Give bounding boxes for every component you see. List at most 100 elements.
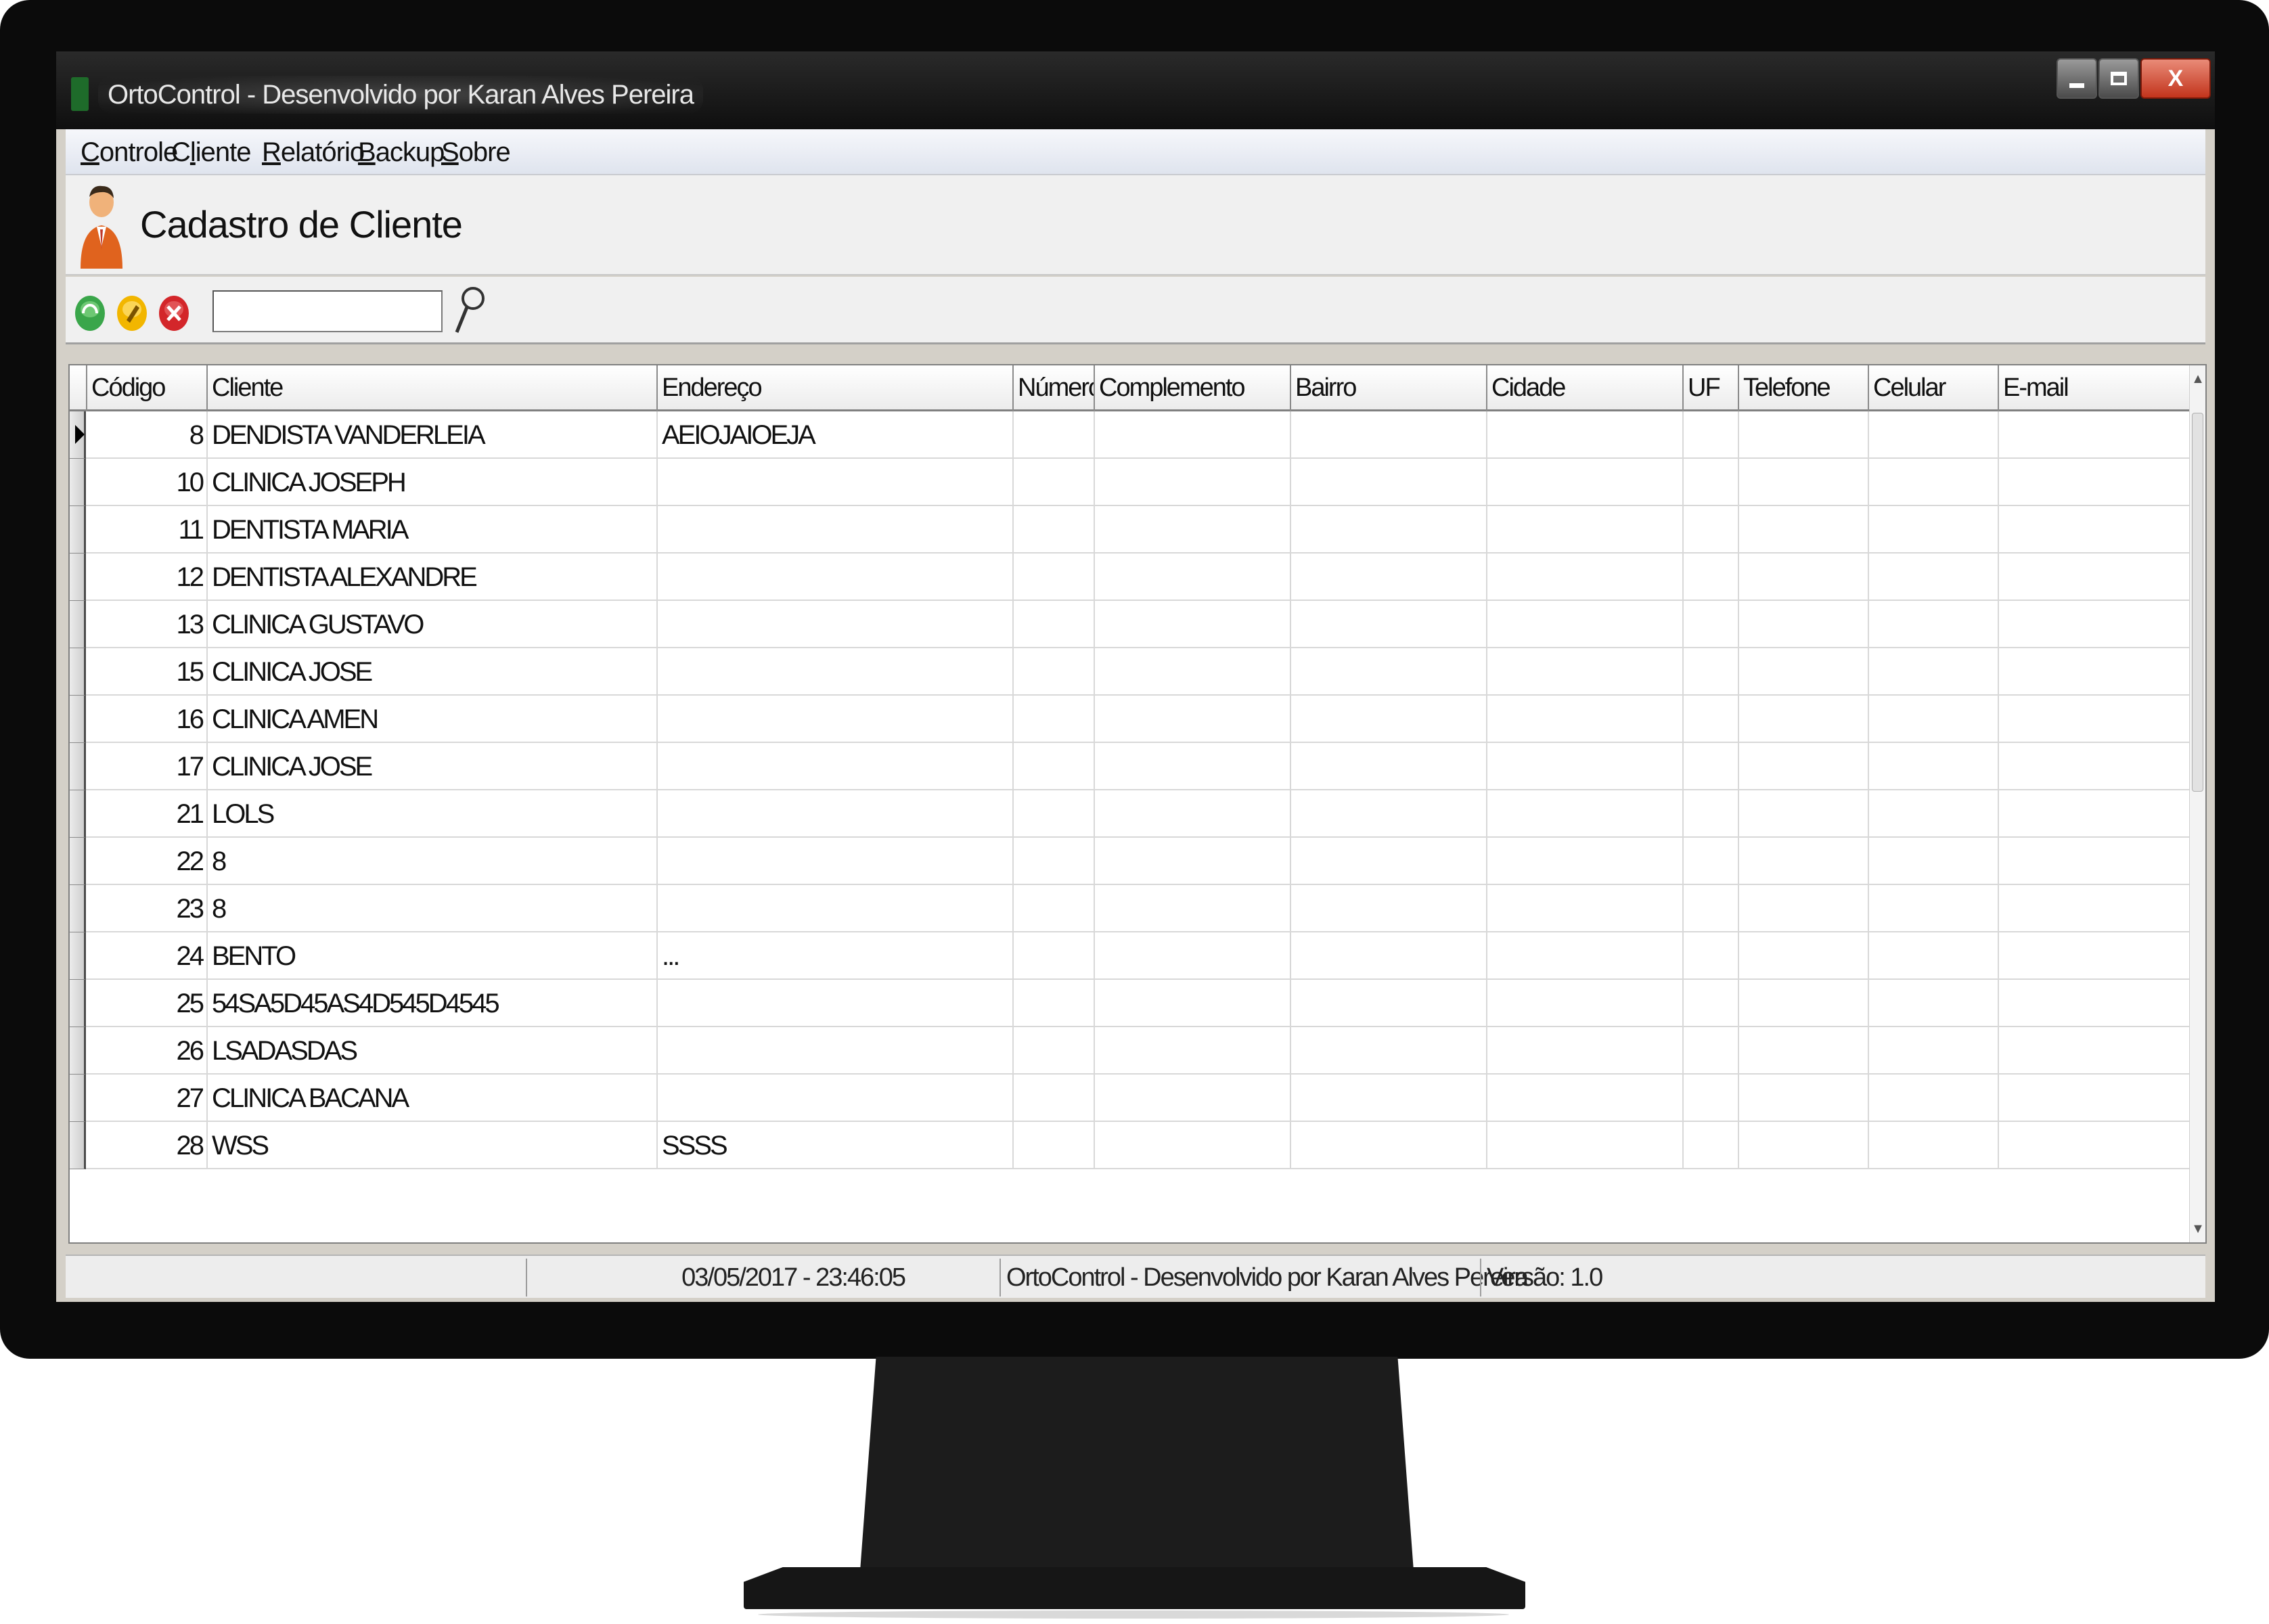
cell-bairro[interactable] <box>1291 1122 1487 1169</box>
cell-cliente[interactable]: CLINICA JOSE <box>208 648 658 696</box>
cell-cliente[interactable]: DENTISTA MARIA <box>208 506 658 554</box>
cell-codigo[interactable]: 8 <box>87 411 208 459</box>
cell-cliente[interactable]: CLINICA AMEN <box>208 696 658 743</box>
table-row[interactable]: 10 CLINICA JOSEPH <box>70 459 2192 506</box>
close-button[interactable]: X <box>2140 58 2211 99</box>
cell-cidade[interactable] <box>1487 459 1684 506</box>
cell-complemento[interactable] <box>1095 1027 1291 1075</box>
table-row[interactable]: 12 DENTISTA ALEXANDRE <box>70 554 2192 601</box>
cell-telefone[interactable] <box>1739 790 1869 838</box>
cell-endereco[interactable] <box>658 980 1014 1027</box>
cell-celular[interactable] <box>1869 554 1999 601</box>
cell-codigo[interactable]: 13 <box>87 601 208 648</box>
cell-codigo[interactable]: 12 <box>87 554 208 601</box>
row-selector[interactable] <box>70 980 86 1027</box>
column-header-bairro[interactable]: Bairro <box>1291 365 1487 411</box>
table-row[interactable]: 17 CLINICA JOSE <box>70 743 2192 790</box>
menu-controle[interactable]: Controle <box>81 136 178 168</box>
cell-numero[interactable] <box>1014 459 1095 506</box>
add-icon[interactable] <box>74 294 106 332</box>
cell-uf[interactable] <box>1684 601 1739 648</box>
cell-uf[interactable] <box>1684 838 1739 885</box>
cell-numero[interactable] <box>1014 932 1095 980</box>
cell-celular[interactable] <box>1869 743 1999 790</box>
table-row[interactable]: 27 CLINICA BACANA <box>70 1075 2192 1122</box>
table-row[interactable]: 28 WSS SSSS <box>70 1122 2192 1169</box>
cell-cliente[interactable]: 54SA5D45AS4D545D4545 <box>208 980 658 1027</box>
row-selector[interactable] <box>70 648 86 696</box>
row-selector[interactable] <box>70 1122 86 1169</box>
cell-email[interactable] <box>1999 885 2192 932</box>
table-row[interactable]: 21 LOLS <box>70 790 2192 838</box>
cell-cliente[interactable]: CLINICA JOSE <box>208 743 658 790</box>
cell-codigo[interactable]: 16 <box>87 696 208 743</box>
cell-numero[interactable] <box>1014 554 1095 601</box>
minimize-button[interactable] <box>2057 58 2097 99</box>
cell-complemento[interactable] <box>1095 601 1291 648</box>
row-selector[interactable] <box>70 932 86 980</box>
cell-cliente[interactable]: CLINICA GUSTAVO <box>208 601 658 648</box>
cell-email[interactable] <box>1999 601 2192 648</box>
cell-telefone[interactable] <box>1739 980 1869 1027</box>
row-selector[interactable] <box>70 459 86 506</box>
cell-codigo[interactable]: 11 <box>87 506 208 554</box>
row-selector[interactable] <box>70 743 86 790</box>
cell-endereco[interactable] <box>658 885 1014 932</box>
row-selector[interactable] <box>70 838 86 885</box>
cell-bairro[interactable] <box>1291 554 1487 601</box>
cell-bairro[interactable] <box>1291 648 1487 696</box>
cell-cliente[interactable]: 8 <box>208 838 658 885</box>
cell-email[interactable] <box>1999 411 2192 459</box>
cell-email[interactable] <box>1999 506 2192 554</box>
scroll-thumb[interactable] <box>2192 413 2203 792</box>
search-input[interactable] <box>212 290 443 332</box>
cell-numero[interactable] <box>1014 648 1095 696</box>
cell-cidade[interactable] <box>1487 1122 1684 1169</box>
cell-numero[interactable] <box>1014 1027 1095 1075</box>
cell-codigo[interactable]: 17 <box>87 743 208 790</box>
cell-endereco[interactable] <box>658 1075 1014 1122</box>
cell-uf[interactable] <box>1684 411 1739 459</box>
cell-celular[interactable] <box>1869 459 1999 506</box>
cell-telefone[interactable] <box>1739 506 1869 554</box>
cell-uf[interactable] <box>1684 696 1739 743</box>
cell-numero[interactable] <box>1014 1122 1095 1169</box>
cell-cliente[interactable]: LOLS <box>208 790 658 838</box>
cell-complemento[interactable] <box>1095 885 1291 932</box>
cell-cliente[interactable]: LSADASDAS <box>208 1027 658 1075</box>
cell-numero[interactable] <box>1014 885 1095 932</box>
row-selector[interactable] <box>70 696 86 743</box>
cell-telefone[interactable] <box>1739 601 1869 648</box>
column-header-cidade[interactable]: Cidade <box>1487 365 1684 411</box>
cell-uf[interactable] <box>1684 980 1739 1027</box>
row-selector[interactable] <box>70 790 86 838</box>
cell-complemento[interactable] <box>1095 790 1291 838</box>
cell-email[interactable] <box>1999 554 2192 601</box>
table-row[interactable]: 22 8 <box>70 838 2192 885</box>
cell-telefone[interactable] <box>1739 696 1869 743</box>
column-header-numero[interactable]: Número <box>1014 365 1095 411</box>
cell-numero[interactable] <box>1014 838 1095 885</box>
cell-bairro[interactable] <box>1291 743 1487 790</box>
cell-codigo[interactable]: 25 <box>87 980 208 1027</box>
cell-telefone[interactable] <box>1739 743 1869 790</box>
cell-cidade[interactable] <box>1487 743 1684 790</box>
cell-email[interactable] <box>1999 696 2192 743</box>
column-header-uf[interactable]: UF <box>1684 365 1739 411</box>
cell-email[interactable] <box>1999 980 2192 1027</box>
vertical-scrollbar[interactable]: ▲ ▼ <box>2189 365 2205 1242</box>
cell-cliente[interactable]: 8 <box>208 885 658 932</box>
column-header-complemento[interactable]: Complemento <box>1095 365 1291 411</box>
menu-cliente[interactable]: Cliente <box>171 136 252 168</box>
cell-complemento[interactable] <box>1095 411 1291 459</box>
cell-cliente[interactable]: CLINICA BACANA <box>208 1075 658 1122</box>
cell-telefone[interactable] <box>1739 932 1869 980</box>
table-row[interactable]: 13 CLINICA GUSTAVO <box>70 601 2192 648</box>
cell-celular[interactable] <box>1869 980 1999 1027</box>
column-header-email[interactable]: E-mail <box>1999 365 2192 411</box>
cell-codigo[interactable]: 15 <box>87 648 208 696</box>
column-header-celular[interactable]: Celular <box>1869 365 1999 411</box>
cell-email[interactable] <box>1999 1122 2192 1169</box>
cell-telefone[interactable] <box>1739 1075 1869 1122</box>
cell-uf[interactable] <box>1684 459 1739 506</box>
